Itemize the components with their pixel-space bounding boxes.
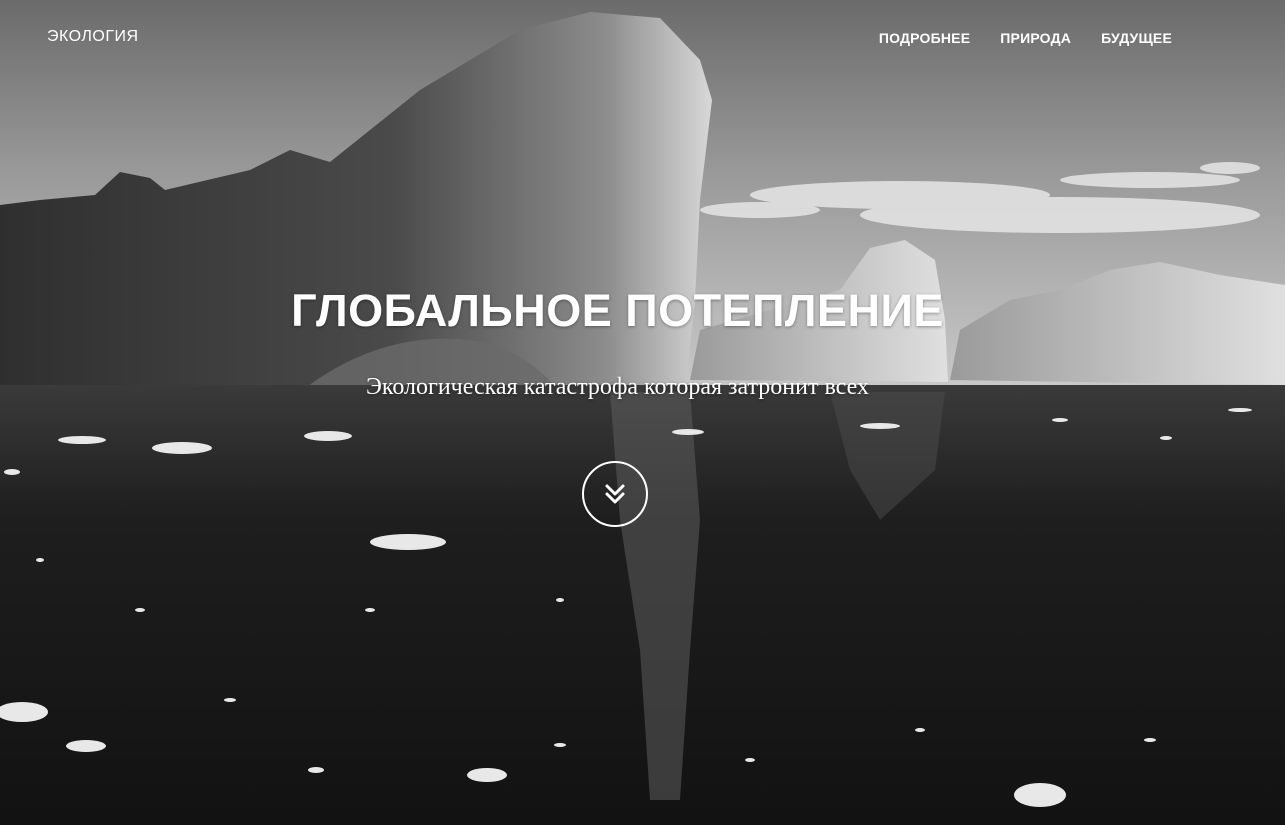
top-navbar: ЭКОЛОГИЯ ПОДРОБНЕЕ ПРИРОДА БУДУЩЕЕ	[0, 0, 1285, 76]
nav-link-nature[interactable]: ПРИРОДА	[1000, 30, 1071, 46]
nav-link-details[interactable]: ПОДРОБНЕЕ	[879, 30, 970, 46]
double-chevron-down-icon	[605, 484, 625, 504]
hero-title: ГЛОБАЛЬНОЕ ПОТЕПЛЕНИЕ	[291, 285, 944, 336]
hero-section: ЭКОЛОГИЯ ПОДРОБНЕЕ ПРИРОДА БУДУЩЕЕ ГЛОБА…	[0, 0, 1285, 825]
background-iceberg-image	[0, 0, 1285, 825]
nav-item: ПОДРОБНЕЕ	[879, 30, 970, 48]
brand-logo-link[interactable]: ЭКОЛОГИЯ	[47, 28, 139, 46]
scroll-down-button[interactable]	[582, 461, 648, 527]
nav-item: БУДУЩЕЕ	[1101, 30, 1172, 48]
nav-link-future[interactable]: БУДУЩЕЕ	[1101, 30, 1172, 46]
nav-menu: ПОДРОБНЕЕ ПРИРОДА БУДУЩЕЕ	[879, 30, 1172, 48]
nav-item: ПРИРОДА	[1000, 30, 1071, 48]
hero-subtitle: Экологическая катастрофа которая затрони…	[366, 374, 869, 400]
